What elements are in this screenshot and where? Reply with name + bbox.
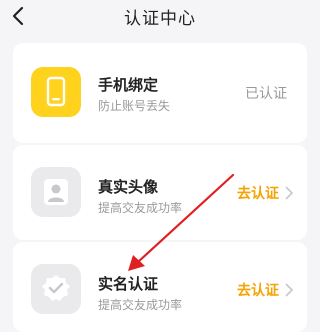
chevron-right-icon: [285, 283, 293, 297]
chevron-right-icon: [285, 186, 293, 200]
page-title: 认证中心: [124, 9, 196, 29]
phone-icon: [31, 67, 81, 117]
verify-avatar-button[interactable]: 去认证: [237, 183, 293, 203]
real-name-card[interactable]: 实名认证 提高交友成功率 去认证: [13, 242, 307, 332]
header-bar: 认证中心: [0, 0, 320, 36]
item-subtitle: 提高交友成功率: [98, 201, 183, 215]
verify-real-name-button[interactable]: 去认证: [237, 280, 293, 300]
verified-status: 已认证: [245, 86, 287, 102]
verify-label: 去认证: [237, 283, 279, 299]
phone-binding-card: 手机绑定 防止账号丢失 已认证: [13, 43, 307, 143]
badge-check-icon: [31, 264, 81, 314]
item-subtitle: 提高交友成功率: [98, 298, 183, 312]
item-title: 实名认证: [98, 275, 159, 293]
verify-label: 去认证: [237, 186, 279, 202]
item-subtitle: 防止账号丢失: [98, 99, 171, 113]
item-title: 真实头像: [98, 178, 159, 196]
item-title: 手机绑定: [98, 76, 159, 94]
avatar-icon: [31, 167, 81, 217]
real-avatar-card[interactable]: 真实头像 提高交友成功率 去认证: [13, 145, 307, 240]
